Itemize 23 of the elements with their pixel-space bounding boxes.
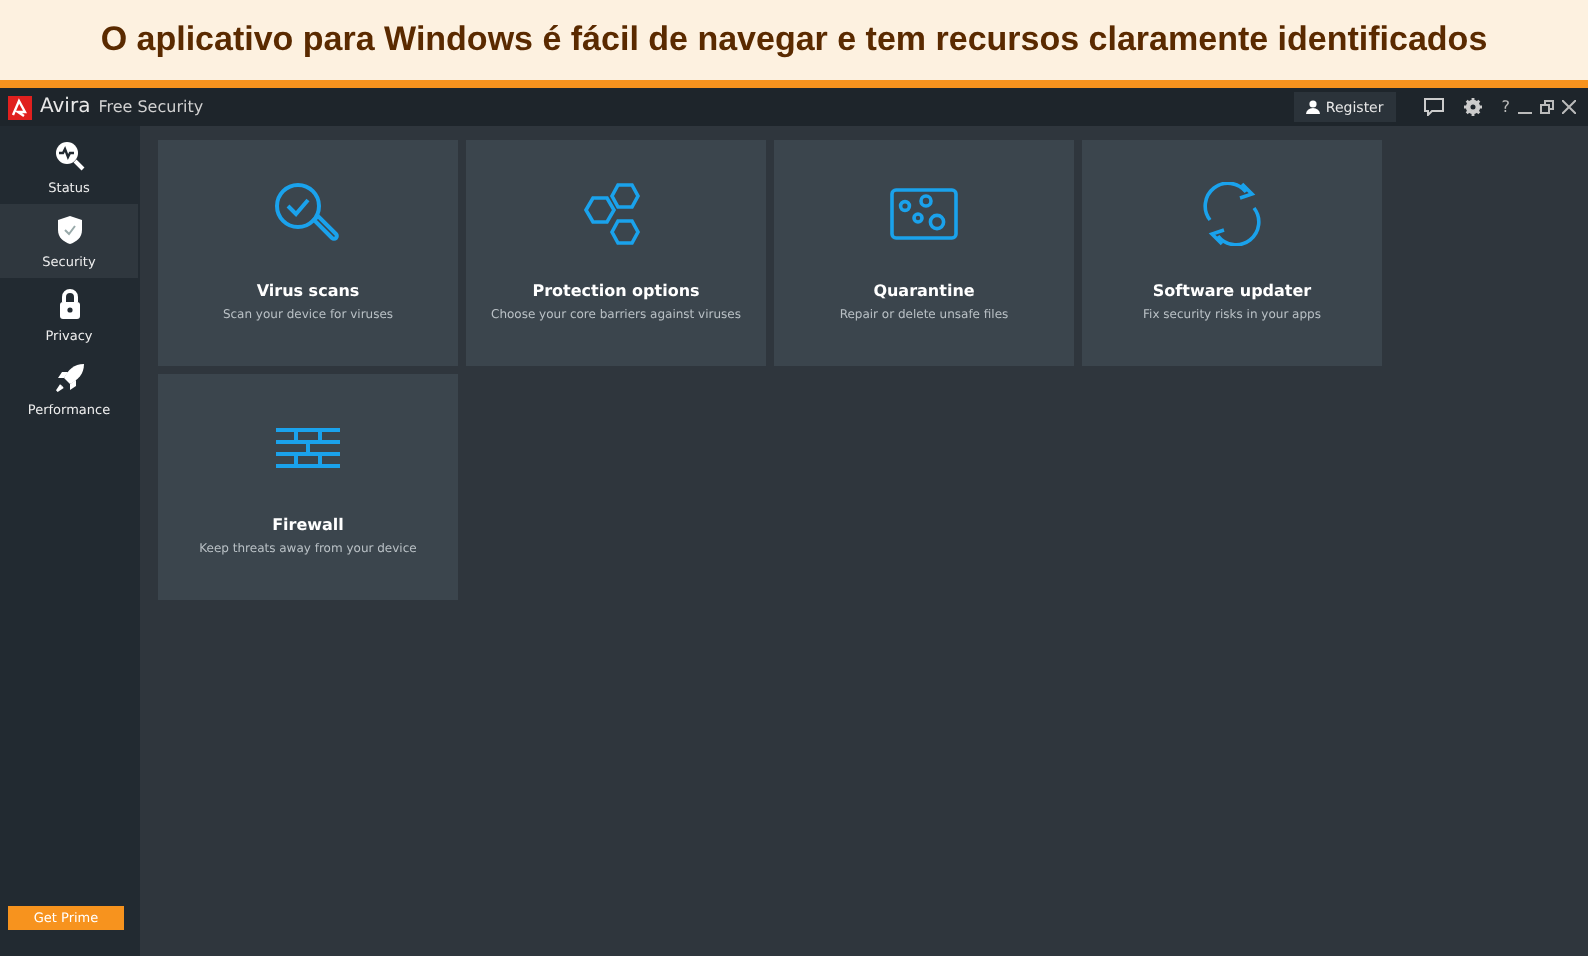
logo-icon — [8, 95, 32, 119]
card-title: Protection options — [532, 282, 700, 300]
card-title: Software updater — [1152, 282, 1312, 300]
padlock-icon — [57, 287, 81, 319]
brick-wall-icon — [276, 428, 340, 468]
help-button[interactable]: ? — [1501, 98, 1510, 116]
settings-icon[interactable] — [1463, 98, 1482, 116]
card-title: Virus scans — [256, 282, 360, 300]
card-title: Quarantine — [873, 282, 975, 300]
card-title: Firewall — [272, 516, 344, 534]
magnifier-check-icon — [274, 182, 342, 246]
magnifier-pulse-icon — [53, 139, 85, 171]
refresh-arrows-icon — [1198, 182, 1266, 246]
close-icon[interactable] — [1562, 100, 1576, 114]
container-bubbles-icon — [890, 188, 958, 240]
app-title: Avira — [40, 96, 91, 118]
user-icon — [1305, 100, 1320, 114]
banner-caption: O aplicativo para Windows é fácil de navegar e tem recursos claramente identificados — [100, 20, 1488, 60]
shield-icon — [55, 213, 83, 245]
rocket-icon — [53, 361, 85, 393]
restore-icon[interactable] — [1540, 100, 1554, 114]
chat-icon[interactable] — [1423, 98, 1444, 116]
app-subtitle: Free Security — [98, 98, 204, 116]
